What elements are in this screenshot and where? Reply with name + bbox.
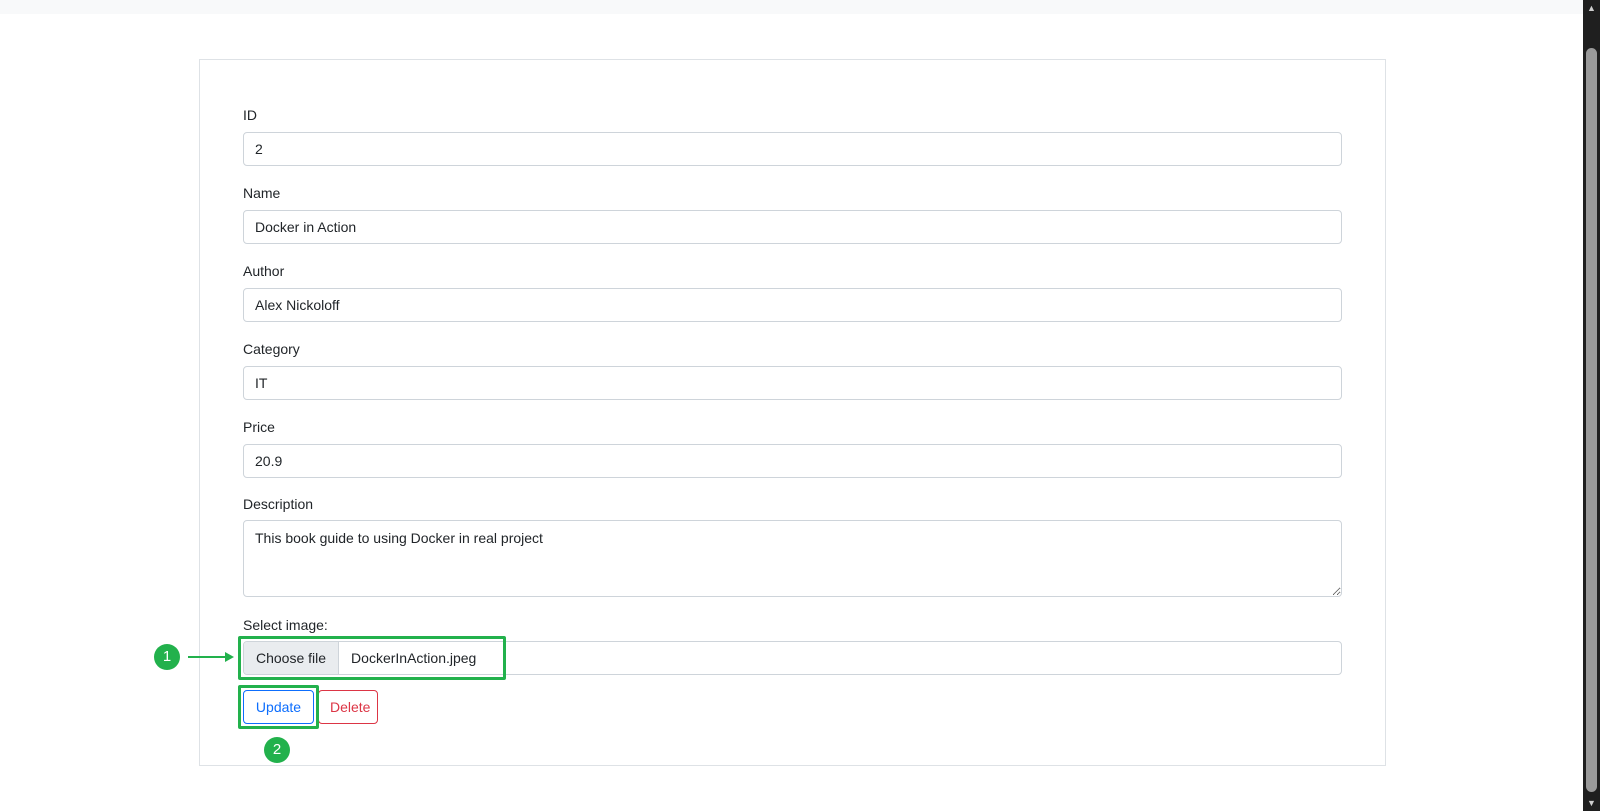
- category-input[interactable]: [243, 366, 1342, 400]
- author-label: Author: [243, 263, 285, 279]
- category-label: Category: [243, 341, 300, 357]
- step-1-badge: 1: [154, 644, 180, 670]
- name-label: Name: [243, 185, 281, 201]
- scrollbar-thumb[interactable]: [1586, 48, 1597, 792]
- id-input[interactable]: [243, 132, 1342, 166]
- description-textarea[interactable]: This book guide to using Docker in real …: [243, 520, 1342, 597]
- file-input[interactable]: Choose file DockerInAction.jpeg: [243, 641, 1342, 675]
- arrow-right-icon: [188, 652, 234, 662]
- update-button[interactable]: Update: [243, 690, 314, 724]
- vertical-scrollbar[interactable]: ▲ ▼: [1583, 0, 1600, 811]
- author-input[interactable]: [243, 288, 1342, 322]
- description-label: Description: [243, 496, 314, 512]
- scroll-down-icon[interactable]: ▼: [1583, 795, 1600, 811]
- id-label: ID: [243, 107, 257, 123]
- step-2-badge: 2: [264, 737, 290, 763]
- select-image-label: Select image:: [243, 617, 328, 633]
- name-input[interactable]: [243, 210, 1342, 244]
- delete-button[interactable]: Delete: [318, 690, 378, 724]
- browser-top-strip: [0, 0, 1583, 14]
- price-input[interactable]: [243, 444, 1342, 478]
- choose-file-button[interactable]: Choose file: [244, 642, 340, 674]
- scroll-up-icon[interactable]: ▲: [1583, 0, 1600, 16]
- price-label: Price: [243, 419, 275, 435]
- selected-file-name: DockerInAction.jpeg: [351, 650, 477, 666]
